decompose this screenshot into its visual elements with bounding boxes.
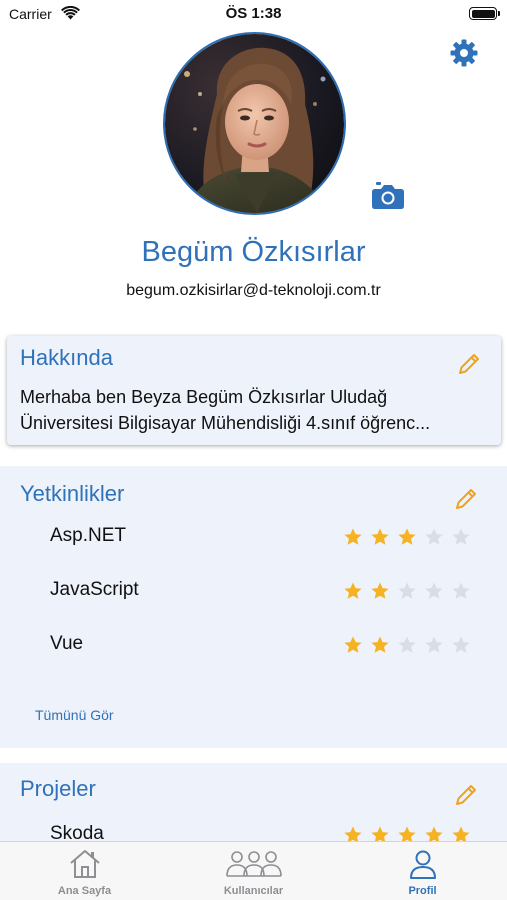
about-text: Merhaba ben Beyza Begüm Özkısırlar Uluda…	[20, 384, 492, 436]
about-text-line-2: Üniversitesi Bilgisayar Mühendisliği 4.s…	[20, 413, 431, 433]
pencil-icon[interactable]	[454, 487, 478, 511]
project-name: Skoda	[50, 823, 104, 843]
star-empty-icon	[425, 582, 443, 599]
star-filled-icon	[344, 582, 362, 599]
profile-avatar[interactable]	[163, 32, 346, 215]
star-filled-icon	[344, 528, 362, 545]
camera-icon[interactable]	[371, 181, 405, 210]
skill-row[interactable]: Vue	[0, 629, 507, 659]
about-card: Hakkında Merhaba ben Beyza Begüm Özkısır…	[7, 336, 501, 445]
skill-row[interactable]: JavaScript	[0, 575, 507, 605]
star-filled-icon	[398, 528, 416, 545]
star-rating	[343, 581, 471, 601]
gear-icon[interactable]	[449, 38, 479, 68]
star-empty-icon	[452, 582, 470, 599]
project-row[interactable]: Skoda	[0, 819, 507, 843]
star-filled-icon	[371, 636, 389, 653]
pencil-icon[interactable]	[454, 783, 478, 807]
skill-name: Asp.NET	[50, 525, 127, 546]
star-filled-icon	[371, 528, 389, 545]
projects-section: Projeler Skoda	[0, 763, 507, 843]
star-rating	[343, 635, 471, 655]
skills-title: Yetkinlikler	[20, 481, 125, 506]
pencil-icon[interactable]	[457, 352, 481, 376]
see-all-link[interactable]: Tümünü Gör	[35, 707, 114, 723]
about-title: Hakkında	[20, 345, 113, 370]
star-empty-icon	[425, 528, 443, 545]
star-empty-icon	[398, 582, 416, 599]
tab-users[interactable]: Kullanıcılar	[169, 842, 338, 900]
home-icon	[69, 850, 100, 878]
star-empty-icon	[452, 528, 470, 545]
star-empty-icon	[425, 636, 443, 653]
star-empty-icon	[452, 636, 470, 653]
tab-profile[interactable]: Profil	[338, 842, 507, 900]
skill-name: JavaScript	[50, 579, 139, 600]
tab-label: Profil	[408, 885, 437, 897]
person-icon	[409, 850, 436, 879]
users-icon	[225, 851, 282, 877]
about-text-line-1: Merhaba ben Beyza Begüm Özkısırlar Uluda…	[20, 387, 388, 407]
projects-title: Projeler	[20, 776, 96, 801]
avatar-photo	[165, 34, 344, 213]
profile-name: Begüm Özkısırlar	[141, 236, 366, 268]
star-filled-icon	[344, 636, 362, 653]
tab-label: Ana Sayfa	[57, 885, 112, 897]
skills-section: Yetkinlikler Asp.NET JavaScript Vue Tümü…	[0, 466, 507, 748]
star-rating	[343, 527, 471, 547]
star-empty-icon	[398, 636, 416, 653]
profile-email: begum.ozkisirlar@d-teknoloji.com.tr	[126, 282, 381, 299]
skill-row[interactable]: Asp.NET	[0, 521, 507, 551]
clock: ÖS 1:38	[225, 5, 282, 22]
tab-home[interactable]: Ana Sayfa	[0, 842, 169, 900]
star-filled-icon	[371, 582, 389, 599]
tab-label: Kullanıcılar	[223, 885, 284, 897]
status-bar: Carrier ÖS 1:38	[0, 0, 507, 28]
tab-bar: Ana Sayfa Kullanıcılar Profil	[0, 841, 507, 900]
battery-icon	[469, 7, 500, 20]
skill-name: Vue	[50, 633, 84, 654]
